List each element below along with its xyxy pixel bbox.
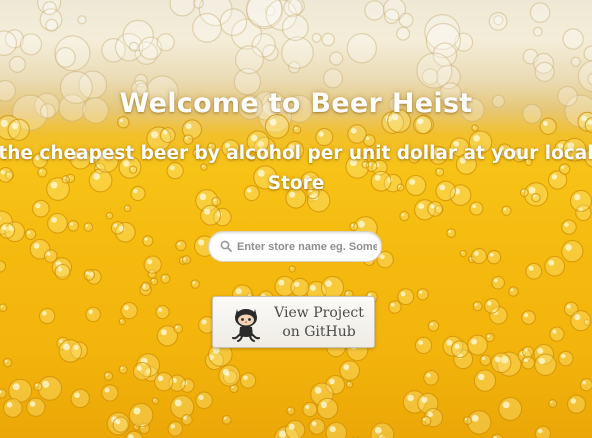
tagline: the cheapest beer by alcohol per unit do… [0, 139, 592, 199]
github-button-label: View Project on GitHub [269, 304, 369, 342]
hero-section: Welcome to Beer Heist the cheapest beer … [0, 0, 592, 438]
tagline-line-2: Store [267, 173, 325, 194]
search-box[interactable] [208, 231, 382, 262]
view-on-github-button[interactable]: View Project on GitHub [212, 296, 375, 348]
page-title: Welcome to Beer Heist [119, 88, 473, 119]
octocat-icon [232, 309, 260, 342]
search-icon [220, 240, 232, 252]
tagline-line-1: the cheapest beer by alcohol per unit do… [0, 143, 592, 164]
github-button-line-2: on GitHub [282, 324, 356, 340]
github-button-line-1: View Project [274, 305, 364, 321]
store-search-input[interactable] [237, 232, 377, 261]
